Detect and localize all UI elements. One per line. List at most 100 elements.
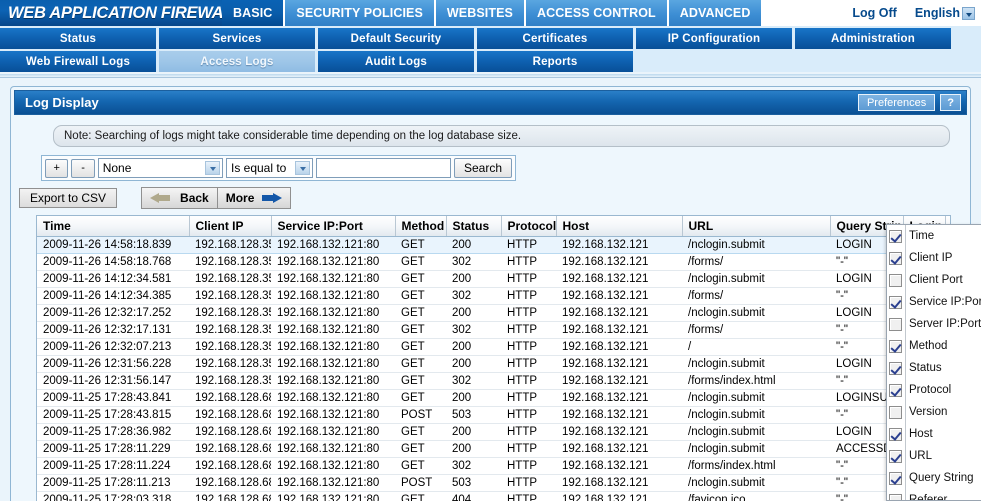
table-row[interactable]: 2009-11-25 17:28:11.213 192.168.128.68 192… <box>37 474 950 492</box>
column-header-protocol[interactable]: Protocol <box>501 216 557 237</box>
top-right-controls: Log Off English <box>852 0 981 26</box>
column-toggle-server-ip-port[interactable]: Server IP:Port <box>887 313 981 335</box>
table-row[interactable]: 2009-11-25 17:28:43.815 192.168.128.68 192… <box>37 406 950 424</box>
table-row[interactable]: 2009-11-25 17:28:11.224 192.168.128.68 192… <box>37 457 950 475</box>
table-cell-url: /nclogin.submit <box>682 270 830 288</box>
column-header-status[interactable]: Status <box>446 216 502 237</box>
checkbox-checked-icon[interactable] <box>889 427 902 441</box>
column-header-client-ip[interactable]: Client IP <box>189 216 272 237</box>
checkbox-checked-icon[interactable] <box>889 383 902 397</box>
chevron-down-icon[interactable] <box>962 6 975 20</box>
log-table-container[interactable]: Time Client IP Service IP:Port Method Status… <box>36 215 951 501</box>
sidebar-item-administration[interactable]: Administration <box>795 28 951 49</box>
preferences-button[interactable]: Preferences <box>857 94 936 111</box>
checkbox-checked-icon[interactable] <box>889 251 902 265</box>
sidebar-item-ip-configuration[interactable]: IP Configuration <box>636 28 792 49</box>
main-tab-access-control[interactable]: ACCESS CONTROL <box>526 0 669 26</box>
table-row[interactable]: 2009-11-26 12:32:07.213 192.168.128.35 192… <box>37 338 950 356</box>
table-row[interactable]: 2009-11-26 12:32:17.252 192.168.128.35 192… <box>37 304 950 322</box>
sidebar-item-access-logs[interactable]: Access Logs <box>159 51 315 72</box>
table-row[interactable]: 2009-11-25 17:28:43.841 192.168.128.68 192… <box>37 389 950 407</box>
table-row[interactable]: 2009-11-26 14:12:34.581 192.168.128.35 192… <box>37 270 950 288</box>
checkbox-checked-icon[interactable] <box>889 339 902 353</box>
sidebar-item-audit-logs[interactable]: Audit Logs <box>318 51 474 72</box>
table-cell-time: 2009-11-25 17:28:43.841 <box>37 389 189 407</box>
column-toggle-query-string[interactable]: Query String <box>887 467 981 489</box>
table-cell-status: 302 <box>446 372 501 390</box>
column-header-method[interactable]: Method <box>395 216 447 237</box>
table-cell-service-ip-port: 192.168.132.121:80 <box>271 304 395 322</box>
column-toggle-service-ip-port[interactable]: Service IP:Port <box>887 291 981 313</box>
checkbox-checked-icon[interactable] <box>889 449 902 463</box>
table-cell-url: /nclogin.submit <box>682 406 830 424</box>
column-header-url[interactable]: URL <box>682 216 831 237</box>
product-title: WEB APPLICATION FIREWALL 660 <box>0 0 274 26</box>
add-filter-button[interactable]: + <box>45 158 69 178</box>
language-selector[interactable]: English <box>915 6 975 20</box>
checkbox-unchecked-icon[interactable] <box>889 273 902 287</box>
table-row[interactable]: 2009-11-25 17:28:11.229 192.168.128.68 192… <box>37 440 950 458</box>
main-tab-websites[interactable]: WEBSITES <box>435 0 526 26</box>
table-cell-host: 192.168.132.121 <box>556 389 682 407</box>
language-label: English <box>914 6 960 20</box>
column-chooser-menu[interactable]: Time Client IP Client Port Service IP:Port S… <box>886 224 981 501</box>
column-toggle-label: Host <box>909 428 933 440</box>
column-toggle-method[interactable]: Method <box>887 335 981 357</box>
sidebar-item-certificates[interactable]: Certificates <box>477 28 633 49</box>
column-header-host[interactable]: Host <box>556 216 683 237</box>
chevron-down-icon[interactable] <box>294 161 310 175</box>
column-toggle-url[interactable]: URL <box>887 445 981 467</box>
table-cell-host: 192.168.132.121 <box>556 491 682 501</box>
sidebar-item-web-firewall-logs[interactable]: Web Firewall Logs <box>0 51 156 72</box>
help-button[interactable]: ? <box>940 94 961 111</box>
search-button[interactable]: Search <box>453 158 512 178</box>
table-row[interactable]: 2009-11-26 12:32:17.131 192.168.128.35 192… <box>37 321 950 339</box>
main-tab-advanced[interactable]: ADVANCED <box>668 0 764 26</box>
table-cell-url: /forms/ <box>682 287 830 305</box>
checkbox-checked-icon[interactable] <box>889 295 902 309</box>
sidebar-item-default-security[interactable]: Default Security <box>318 28 474 49</box>
table-row[interactable]: 2009-11-25 17:28:36.982 192.168.128.68 192… <box>37 423 950 441</box>
checkbox-unchecked-icon[interactable] <box>889 317 902 331</box>
column-toggle-client-port[interactable]: Client Port <box>887 269 981 291</box>
filter-field-select[interactable]: None <box>97 158 223 178</box>
sidebar-item-services[interactable]: Services <box>159 28 315 49</box>
column-toggle-client-ip[interactable]: Client IP <box>887 247 981 269</box>
sidebar-item-reports[interactable]: Reports <box>477 51 633 72</box>
main-tab-security-policies[interactable]: SECURITY POLICIES <box>285 0 436 26</box>
table-row[interactable]: 2009-11-26 12:31:56.228 192.168.128.35 192… <box>37 355 950 373</box>
table-cell-method: GET <box>395 321 446 339</box>
table-row[interactable]: 2009-11-26 14:12:34.385 192.168.128.35 192… <box>37 287 950 305</box>
sidebar-item-status[interactable]: Status <box>0 28 156 49</box>
search-input[interactable] <box>315 158 451 178</box>
main-tab-basic[interactable]: BASIC <box>222 0 286 26</box>
remove-filter-button[interactable]: - <box>71 158 95 178</box>
table-cell-method: GET <box>395 457 446 475</box>
checkbox-unchecked-icon[interactable] <box>889 405 902 419</box>
column-toggle-referer[interactable]: Referer <box>887 489 981 500</box>
column-toggle-time[interactable]: Time <box>887 225 981 247</box>
log-off-link[interactable]: Log Off <box>852 6 896 20</box>
filter-operator-select[interactable]: Is equal to <box>225 158 313 178</box>
chevron-down-icon[interactable] <box>204 161 220 175</box>
table-cell-status: 200 <box>446 304 501 322</box>
sub-nav-filler <box>636 51 978 72</box>
table-row[interactable]: 2009-11-26 14:58:18.768 192.168.128.35 192… <box>37 253 950 271</box>
checkbox-unchecked-icon[interactable] <box>889 493 902 500</box>
column-header-time[interactable]: Time <box>37 216 190 237</box>
export-to-csv-button[interactable]: Export to CSV <box>19 188 118 208</box>
checkbox-checked-icon[interactable] <box>889 229 902 243</box>
column-header-service-ip-port[interactable]: Service IP:Port <box>271 216 396 237</box>
column-toggle-protocol[interactable]: Protocol <box>887 379 981 401</box>
table-row[interactable]: 2009-11-26 12:31:56.147 192.168.128.35 192… <box>37 372 950 390</box>
table-row[interactable]: 2009-11-26 14:58:18.839 192.168.128.35 192… <box>37 236 950 254</box>
checkbox-checked-icon[interactable] <box>889 361 902 375</box>
checkbox-checked-icon[interactable] <box>889 471 902 485</box>
column-toggle-status[interactable]: Status <box>887 357 981 379</box>
column-toggle-host[interactable]: Host <box>887 423 981 445</box>
back-button[interactable]: Back <box>141 187 218 209</box>
column-toggle-version[interactable]: Version <box>887 401 981 423</box>
table-row[interactable]: 2009-11-25 17:28:03.318 192.168.128.68 192… <box>37 491 950 501</box>
table-cell-client-ip: 192.168.128.35 <box>189 321 271 339</box>
more-button[interactable]: More <box>217 187 292 209</box>
